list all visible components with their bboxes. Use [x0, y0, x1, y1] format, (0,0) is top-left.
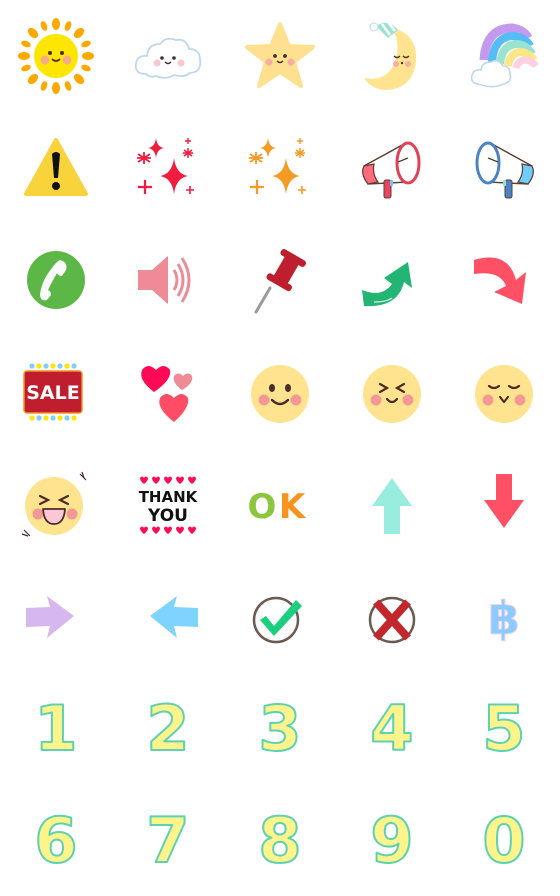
emoji-sleepy-moon[interactable] [336, 0, 448, 112]
emoji-phone[interactable] [0, 224, 112, 336]
sparkles-icon [249, 138, 306, 194]
sun-icon [18, 18, 94, 94]
digit-icon: 0 [481, 803, 526, 878]
emoji-digit-5[interactable]: 5 [448, 672, 560, 784]
emoji-pushpin[interactable] [224, 224, 336, 336]
digit-icon: 1 [33, 691, 78, 766]
emoji-check[interactable] [224, 560, 336, 672]
emoji-thank-you[interactable]: THANK YOU [112, 448, 224, 560]
ok-icon: O K [248, 487, 307, 527]
emoji-squint-face[interactable] [336, 336, 448, 448]
arrow-left-icon [150, 596, 198, 638]
check-circle-icon [252, 596, 302, 644]
emoji-cloud[interactable] [112, 0, 224, 112]
curved-arrow-down-icon [474, 254, 526, 304]
digit-icon: 3 [257, 691, 302, 766]
baht-symbol: ฿ [488, 591, 520, 645]
emoji-digit-1[interactable]: 1 [0, 672, 112, 784]
hearts-icon [141, 366, 193, 422]
sparkles-icon [137, 138, 194, 194]
emoji-laughing-face[interactable] [0, 448, 112, 560]
emoji-baht[interactable]: ฿ [448, 560, 560, 672]
emoji-digit-7[interactable]: 7 [112, 784, 224, 896]
megaphone-icon [362, 141, 421, 199]
emoji-star[interactable] [224, 0, 336, 112]
emoji-smile-face[interactable] [224, 336, 336, 448]
emoji-ok[interactable]: O K [224, 448, 336, 560]
emoji-digit-9[interactable]: 9 [336, 784, 448, 896]
digit-icon: 9 [369, 803, 414, 878]
emoji-hearts[interactable] [112, 336, 224, 448]
digit-icon: 6 [33, 803, 78, 878]
emoji-digit-0[interactable]: 0 [448, 784, 560, 896]
digit-icon: 7 [145, 803, 190, 878]
emoji-sun[interactable] [0, 0, 112, 112]
emoji-orange-sparkles[interactable] [224, 112, 336, 224]
arrow-down-icon [484, 474, 524, 528]
emoji-blue-megaphone[interactable] [448, 112, 560, 224]
emoji-digit-8[interactable]: 8 [224, 784, 336, 896]
pushpin-icon [254, 249, 307, 314]
digit-icon: 4 [369, 691, 414, 766]
emoji-red-megaphone[interactable] [336, 112, 448, 224]
digit-7-label: 7 [146, 804, 189, 877]
digit-icon: 8 [257, 803, 302, 878]
digit-5-label: 5 [482, 692, 525, 765]
emoji-digit-2[interactable]: 2 [112, 672, 224, 784]
emoji-rainbow[interactable] [448, 0, 560, 112]
emoji-up-arrow[interactable] [336, 448, 448, 560]
emoji-red-sparkles[interactable] [112, 112, 224, 224]
digit-3-label: 3 [258, 692, 301, 765]
moon-icon [364, 21, 417, 90]
emoji-digit-6[interactable]: 6 [0, 784, 112, 896]
ok-letter-o: O [248, 487, 277, 527]
digit-9-label: 9 [370, 804, 413, 877]
emoji-left-arrow[interactable] [112, 560, 224, 672]
sale-icon: SALE [23, 363, 83, 421]
curved-arrow-up-icon [362, 262, 412, 307]
thank-you-icon: THANK YOU [139, 476, 199, 534]
emoji-digit-3[interactable]: 3 [224, 672, 336, 784]
emoji-grid: SALE THANK YOU O K ฿ 1 2 3 4 5 6 7 8 9 0 [0, 0, 560, 896]
cloud-icon [134, 37, 202, 79]
baht-icon: ฿ [487, 591, 520, 646]
emoji-green-curved-arrow[interactable] [336, 224, 448, 336]
star-icon [245, 22, 315, 88]
cross-circle-icon [368, 596, 416, 644]
emoji-sale-sign[interactable]: SALE [0, 336, 112, 448]
digit-6-label: 6 [34, 804, 77, 877]
emoji-digit-4[interactable]: 4 [336, 672, 448, 784]
digit-8-label: 8 [258, 804, 301, 877]
emoji-red-curved-arrow[interactable] [448, 224, 560, 336]
emoji-right-arrow[interactable] [0, 560, 112, 672]
smile-face-icon [251, 365, 309, 423]
content-face-icon [475, 365, 533, 423]
rainbow-icon [470, 23, 539, 88]
digit-1-label: 1 [34, 692, 77, 765]
ok-letter-k: K [279, 487, 307, 527]
digit-2-label: 2 [146, 692, 189, 765]
emoji-content-face[interactable] [448, 336, 560, 448]
thank-label: THANK [139, 488, 199, 506]
speaker-icon [138, 256, 191, 304]
emoji-speaker[interactable] [112, 224, 224, 336]
sale-label: SALE [26, 382, 79, 404]
arrow-right-icon [26, 596, 74, 638]
phone-icon [27, 251, 85, 309]
squint-face-icon [363, 365, 421, 423]
emoji-cross[interactable] [336, 560, 448, 672]
digit-icon: 5 [481, 691, 526, 766]
megaphone-icon [475, 141, 534, 199]
digit-0-label: 0 [482, 804, 525, 877]
you-label: YOU [147, 506, 188, 526]
arrow-up-icon [372, 478, 412, 534]
laughing-face-icon [21, 471, 87, 537]
warning-icon [24, 138, 88, 196]
emoji-down-arrow[interactable] [448, 448, 560, 560]
emoji-warning[interactable] [0, 112, 112, 224]
digit-icon: 2 [145, 691, 190, 766]
digit-4-label: 4 [370, 692, 413, 765]
